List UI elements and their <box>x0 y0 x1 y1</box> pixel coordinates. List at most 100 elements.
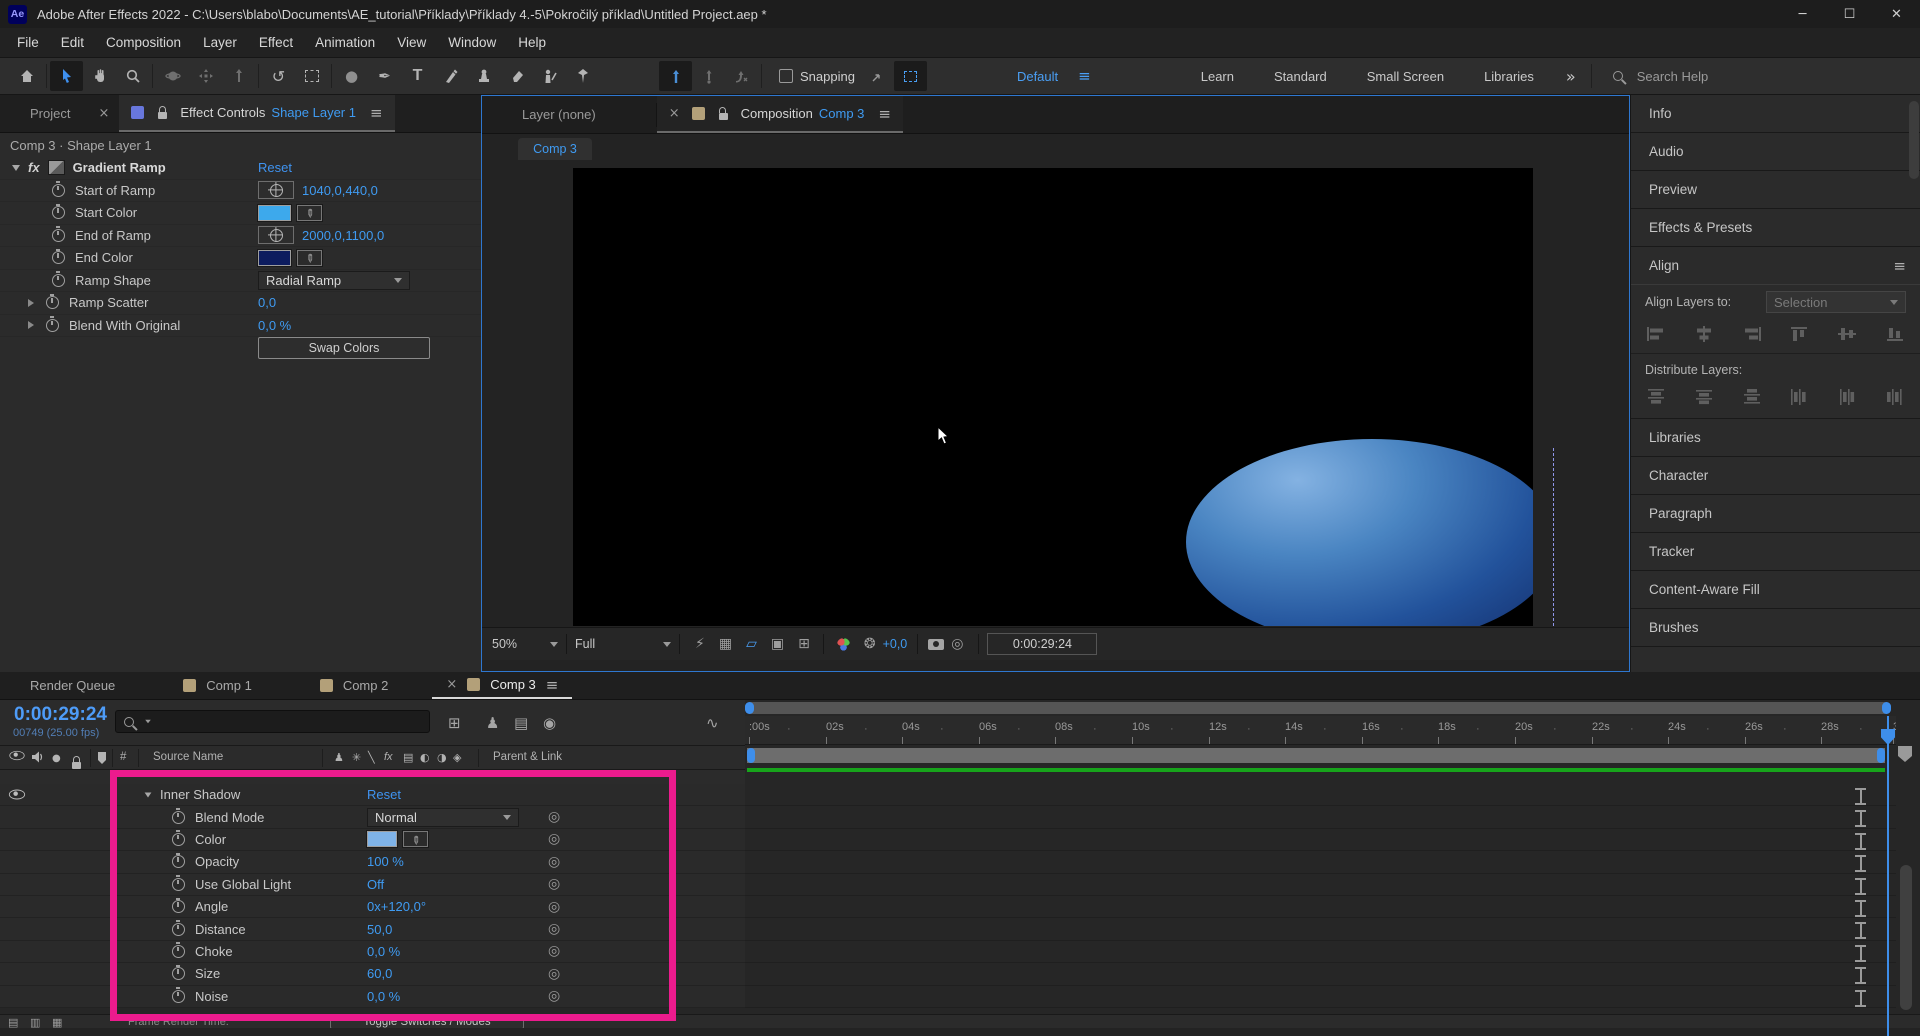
panel-header-info[interactable]: Info <box>1631 95 1920 133</box>
menu-window[interactable]: Window <box>437 35 507 50</box>
tab-comp-2[interactable]: Comp 2 <box>306 672 403 699</box>
exposure-value[interactable]: +0,0 <box>883 637 908 651</box>
twirl-right-icon[interactable] <box>28 299 34 307</box>
snapping-checkbox[interactable] <box>779 69 793 83</box>
rotation-tool-icon[interactable]: ↺ <box>262 61 295 91</box>
snap-features-icon[interactable] <box>894 61 927 91</box>
composition-tab-close-icon[interactable]: × <box>669 106 680 121</box>
eyedropper-icon[interactable]: ✐ <box>297 250 322 266</box>
current-time-display[interactable]: 0:00:29:24 <box>14 704 107 726</box>
local-axis-mode-icon[interactable] <box>659 61 692 91</box>
menu-effect[interactable]: Effect <box>248 35 304 50</box>
align-bottom-button[interactable] <box>1878 322 1912 346</box>
eye-icon[interactable] <box>9 790 25 800</box>
region-of-interest-icon[interactable]: ▱ <box>746 636 757 652</box>
tab-render-queue[interactable]: Render Queue <box>16 672 129 699</box>
menu-file[interactable]: File <box>6 35 50 50</box>
snapping-toggle[interactable]: Snapping <box>779 69 855 84</box>
home-button[interactable] <box>10 61 43 91</box>
motion-blur-icon[interactable]: ◉ <box>543 714 556 732</box>
distribute-center-vertical-button[interactable] <box>1687 385 1721 409</box>
label-column-icon[interactable] <box>96 751 108 765</box>
property-value[interactable]: 0,0 <box>258 295 276 310</box>
effect-reset-link[interactable]: Reset <box>258 160 292 175</box>
distribute-center-horizontal-button[interactable] <box>1830 385 1864 409</box>
align-to-dropdown[interactable]: Selection <box>1766 291 1906 313</box>
work-area-start-handle[interactable] <box>747 748 755 763</box>
stopwatch-icon[interactable] <box>52 251 65 264</box>
right-panel-scrollbar[interactable] <box>1909 101 1919 179</box>
timeline-search-field[interactable] <box>115 710 430 733</box>
comp-marker-bin-icon[interactable] <box>1897 745 1913 763</box>
type-tool-icon[interactable]: T <box>401 61 434 91</box>
color-swatch[interactable] <box>258 205 291 221</box>
workspace-standard[interactable]: Standard <box>1254 69 1347 84</box>
effect-twirl[interactable] <box>12 165 20 171</box>
puppet-pin-tool-icon[interactable] <box>566 61 599 91</box>
lock-icon[interactable] <box>719 113 728 120</box>
workspace-current[interactable]: Default <box>997 69 1078 84</box>
point-target-button[interactable] <box>258 181 294 199</box>
viewer-timecode-field[interactable]: 0:00:29:24 <box>987 633 1097 655</box>
composition-mini-flowchart-icon[interactable]: ⊞ <box>448 714 461 732</box>
composition-viewport[interactable] <box>573 168 1533 626</box>
video-column-eye-icon[interactable] <box>9 751 24 760</box>
frame-blending-icon[interactable]: ▤ <box>514 714 528 732</box>
gradient-sphere-layer[interactable] <box>1186 439 1533 626</box>
panel-header-effects-presets[interactable]: Effects & Presets <box>1631 209 1920 247</box>
swap-colors-button[interactable]: Swap Colors <box>258 337 430 359</box>
source-name-column[interactable]: Source Name <box>153 751 223 763</box>
shape-tool-icon[interactable]: ● <box>335 61 368 91</box>
eraser-tool-icon[interactable] <box>500 61 533 91</box>
panel-header-align[interactable]: Align ≡ <box>1631 247 1920 285</box>
stopwatch-icon[interactable] <box>46 319 59 332</box>
menu-edit[interactable]: Edit <box>50 35 95 50</box>
panel-menu-icon[interactable]: ≡ <box>370 104 383 122</box>
panel-header-brushes[interactable]: Brushes <box>1631 609 1920 647</box>
pen-tool-icon[interactable]: ✒ <box>368 61 401 91</box>
timeline-vertical-scrollbar[interactable] <box>1900 865 1912 1010</box>
tab-comp-3[interactable]: × Comp 3 ≡ <box>432 672 572 699</box>
color-swatch[interactable] <box>258 250 291 266</box>
pan-camera-tool-icon[interactable] <box>189 61 222 91</box>
stopwatch-icon[interactable] <box>52 184 65 197</box>
expand-transfer-controls-icon[interactable]: ▥ <box>30 1016 40 1028</box>
solo-column-icon[interactable]: ● <box>52 753 61 764</box>
snapshot-camera-icon[interactable] <box>928 639 944 650</box>
comp-mini-tab[interactable]: Comp 3 <box>518 138 592 160</box>
expand-in-out-icon[interactable]: ▦ <box>52 1016 62 1028</box>
maximize-button[interactable]: ☐ <box>1826 0 1873 28</box>
menu-help[interactable]: Help <box>507 35 557 50</box>
timeline-horizontal-scrollbar[interactable] <box>745 702 1891 714</box>
mask-visibility-icon[interactable]: ▣ <box>771 636 784 652</box>
stopwatch-icon[interactable] <box>52 274 65 287</box>
lock-column-icon[interactable] <box>72 762 81 769</box>
selection-tool-icon[interactable] <box>50 61 83 91</box>
workspace-overflow-icon[interactable]: » <box>1554 67 1588 86</box>
work-area-end-handle[interactable] <box>1877 748 1885 763</box>
align-right-button[interactable] <box>1735 322 1769 346</box>
workspace-libraries[interactable]: Libraries <box>1464 69 1554 84</box>
tab-project[interactable]: Project <box>30 106 70 121</box>
camera-region-tool-icon[interactable] <box>295 61 328 91</box>
dolly-camera-tool-icon[interactable] <box>222 61 255 91</box>
align-top-button[interactable] <box>1782 322 1816 346</box>
zoom-tool-icon[interactable] <box>116 61 149 91</box>
panel-header-tracker[interactable]: Tracker <box>1631 533 1920 571</box>
distribute-bottom-button[interactable] <box>1735 385 1769 409</box>
timeline-menu-icon[interactable]: ≡ <box>546 676 559 694</box>
stopwatch-icon[interactable] <box>52 229 65 242</box>
roto-brush-tool-icon[interactable] <box>533 61 566 91</box>
tab-comp-1[interactable]: Comp 1 <box>169 672 266 699</box>
playhead-line[interactable] <box>1887 716 1889 1036</box>
menu-animation[interactable]: Animation <box>304 35 386 50</box>
ramp-shape-dropdown[interactable]: Radial Ramp <box>258 271 410 290</box>
tab-composition[interactable]: × Composition Comp 3 ≡ <box>657 96 903 133</box>
panel-header-paragraph[interactable]: Paragraph <box>1631 495 1920 533</box>
stopwatch-icon[interactable] <box>46 296 59 309</box>
tab-effect-controls[interactable]: Effect Controls Shape Layer 1 ≡ <box>119 95 394 132</box>
twirl-right-icon[interactable] <box>28 321 34 329</box>
project-tab-close-icon[interactable]: × <box>98 106 109 121</box>
minimize-button[interactable]: ─ <box>1779 0 1826 28</box>
grid-guides-icon[interactable]: ⊞ <box>798 636 810 652</box>
